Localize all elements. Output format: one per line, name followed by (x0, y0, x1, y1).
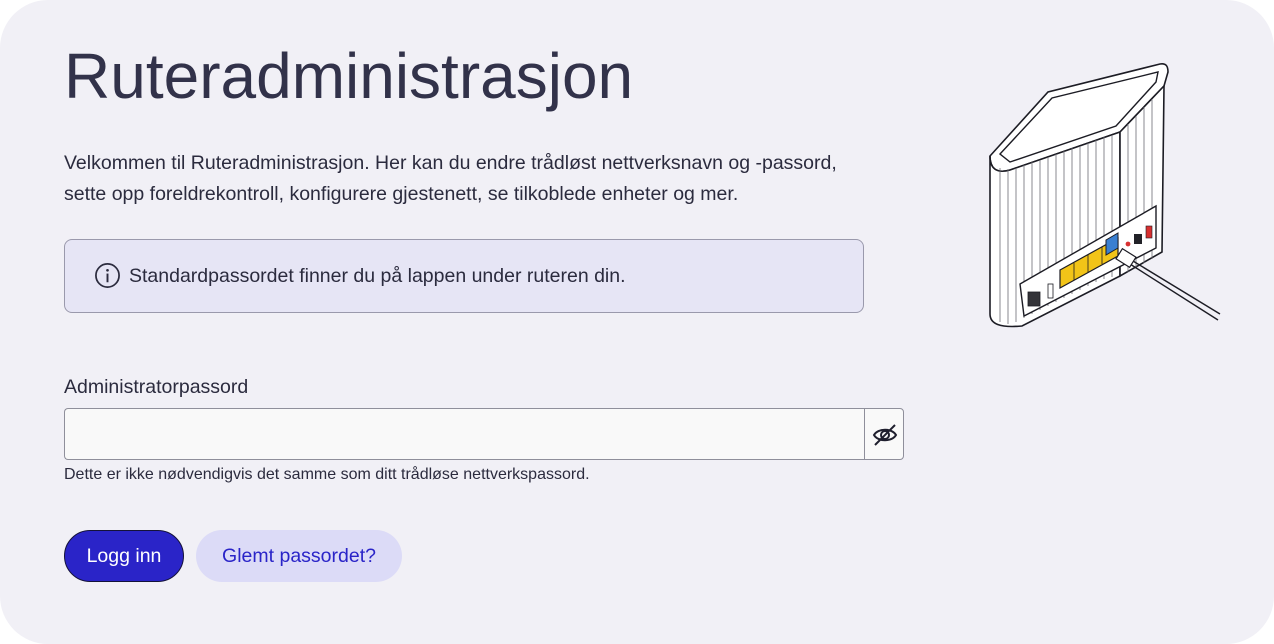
password-help-text: Dette er ikke nødvendigvis det samme som… (64, 466, 590, 483)
login-button[interactable]: Logg inn (64, 530, 184, 582)
show-password-button[interactable] (864, 408, 904, 460)
info-text: Standardpassordet finner du på lappen un… (129, 265, 626, 287)
info-box: Standardpassordet finner du på lappen un… (64, 239, 864, 313)
intro-text: Velkommen til Ruteradministrasjon. Her k… (64, 152, 837, 205)
password-label: Administratorpassord (64, 376, 249, 398)
login-card: Ruteradministrasjon Velkommen til Rutera… (0, 0, 1274, 644)
eye-off-icon (872, 424, 898, 446)
password-input[interactable] (64, 408, 865, 460)
forgot-password-button[interactable]: Glemt passordet? (196, 530, 402, 582)
info-icon (95, 263, 120, 288)
page-title: Ruteradministrasjon (64, 40, 634, 112)
router-illustration (989, 63, 1221, 328)
